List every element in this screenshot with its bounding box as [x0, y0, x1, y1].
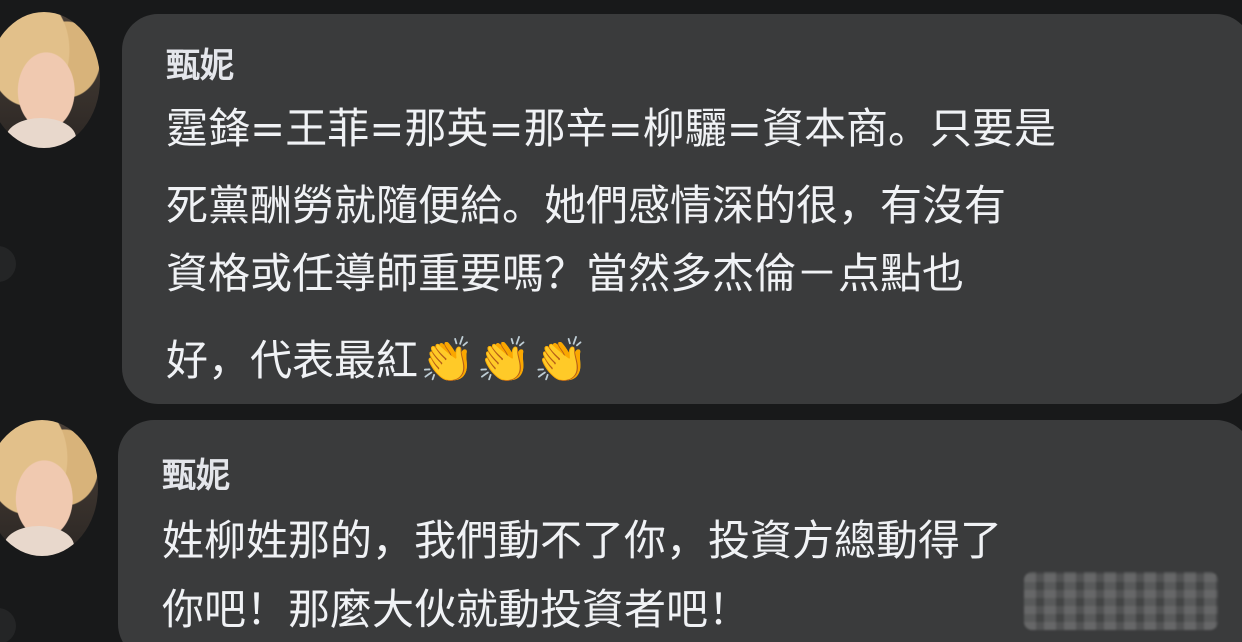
- comment-author[interactable]: 甄妮: [162, 456, 230, 496]
- comment-text-line-with-emoji: 好，代表最紅👏👏👏: [166, 336, 588, 386]
- clapping-hands-icon: 👏: [420, 335, 475, 386]
- avatar[interactable]: [0, 420, 98, 556]
- blurred-watermark: [1024, 572, 1218, 630]
- avatar[interactable]: [0, 12, 100, 148]
- comment-thread: 甄妮 霆鋒=王菲=那英=那辛=柳驪=資本商。只要是 死黨酬勞就隨便給。她們感情深…: [0, 0, 1242, 642]
- clapping-hands-icon: 👏: [533, 335, 589, 386]
- comment-text-line: 霆鋒=王菲=那英=那辛=柳驪=資本商。只要是: [166, 104, 1056, 153]
- comment-text-line: 資格或任導師重要嗎？當然多杰倫－点點也: [166, 249, 965, 298]
- thread-connector-dot: [0, 246, 16, 282]
- comment-bubble[interactable]: 甄妮 霆鋒=王菲=那英=那辛=柳驪=資本商。只要是 死黨酬勞就隨便給。她們感情深…: [122, 14, 1242, 404]
- comment-text-line: 死黨酬勞就隨便給。她們感情深的很，有沒有: [166, 181, 1007, 230]
- comment-text-line: 你吧！那麼大伙就動投資者吧！: [162, 585, 751, 634]
- comment-text-segment: 好，代表最紅: [166, 336, 419, 385]
- clapping-hands-icon: 👏: [476, 335, 532, 386]
- comment-text-line: 姓柳姓那的，我們動不了你，投資方總動得了: [162, 516, 1003, 565]
- thread-connector-dot: [0, 608, 16, 642]
- comment-author[interactable]: 甄妮: [166, 46, 234, 86]
- comment-1: 甄妮 霆鋒=王菲=那英=那辛=柳驪=資本商。只要是 死黨酬勞就隨便給。她們感情深…: [0, 0, 1242, 404]
